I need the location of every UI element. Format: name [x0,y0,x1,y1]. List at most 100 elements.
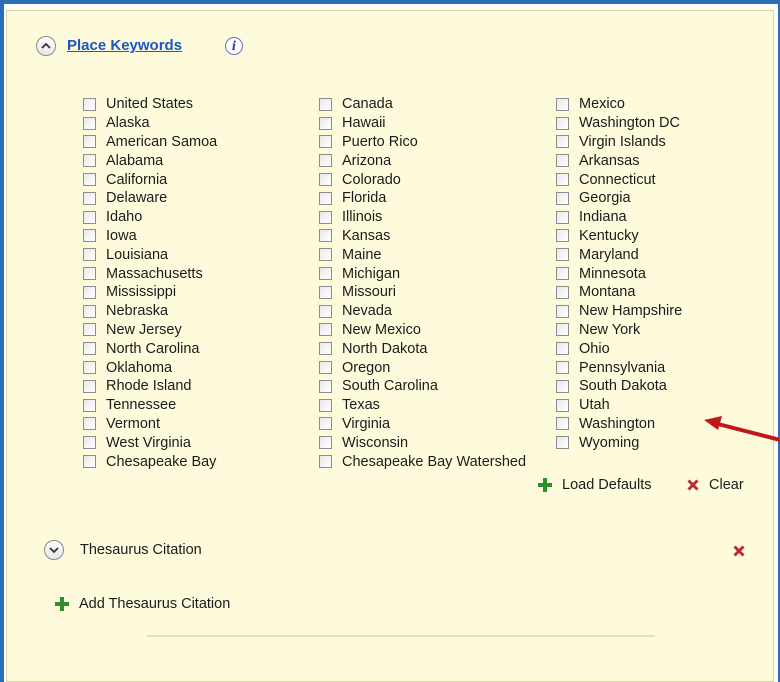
keyword-checkbox-item[interactable]: Maine [319,245,526,264]
keyword-checkbox-item[interactable]: North Carolina [83,339,217,358]
keyword-checkbox-item[interactable]: Indiana [556,208,682,227]
keyword-checkbox-item[interactable]: New York [556,321,682,340]
keyword-checkbox-item[interactable]: Georgia [556,189,682,208]
info-icon[interactable]: i [225,37,243,55]
keyword-checkbox-item[interactable]: Delaware [83,189,217,208]
collapse-place-keywords-button[interactable] [36,36,56,56]
checkbox[interactable] [556,97,569,111]
keyword-checkbox-item[interactable]: Puerto Rico [319,133,526,152]
checkbox[interactable] [556,379,569,393]
keyword-checkbox-item[interactable]: Mississippi [83,283,217,302]
keyword-checkbox-item[interactable]: United States [83,95,217,114]
keyword-checkbox-item[interactable]: South Dakota [556,377,682,396]
checkbox[interactable] [83,417,96,431]
keyword-checkbox-item[interactable]: Arkansas [556,151,682,170]
keyword-checkbox-item[interactable]: Iowa [83,227,217,246]
add-thesaurus-citation-button[interactable]: Add Thesaurus Citation [55,596,230,612]
keyword-checkbox-item[interactable]: Colorado [319,170,526,189]
checkbox[interactable] [83,173,96,187]
keyword-checkbox-item[interactable]: Michigan [319,264,526,283]
checkbox[interactable] [556,116,569,130]
checkbox[interactable] [83,361,96,375]
keyword-checkbox-item[interactable]: Massachusetts [83,264,217,283]
checkbox[interactable] [556,135,569,149]
checkbox[interactable] [556,323,569,337]
checkbox[interactable] [83,379,96,393]
keyword-checkbox-item[interactable]: American Samoa [83,133,217,152]
checkbox[interactable] [319,436,332,450]
keyword-checkbox-item[interactable]: Florida [319,189,526,208]
checkbox[interactable] [556,154,569,168]
checkbox[interactable] [83,229,96,243]
keyword-checkbox-item[interactable]: Hawaii [319,114,526,133]
keyword-checkbox-item[interactable]: South Carolina [319,377,526,396]
keyword-checkbox-item[interactable]: New Jersey [83,321,217,340]
checkbox[interactable] [319,342,332,356]
keyword-checkbox-item[interactable]: New Hampshire [556,302,682,321]
keyword-checkbox-item[interactable]: Texas [319,396,526,415]
keyword-checkbox-item[interactable]: California [83,170,217,189]
keyword-checkbox-item[interactable]: Rhode Island [83,377,217,396]
keyword-checkbox-item[interactable]: Alaska [83,114,217,133]
clear-button[interactable]: Clear [687,477,744,493]
keyword-checkbox-item[interactable]: Virginia [319,415,526,434]
keyword-checkbox-item[interactable]: Connecticut [556,170,682,189]
checkbox[interactable] [319,323,332,337]
keyword-checkbox-item[interactable]: Montana [556,283,682,302]
keyword-checkbox-item[interactable]: Canada [319,95,526,114]
checkbox[interactable] [83,191,96,205]
checkbox[interactable] [83,398,96,412]
keyword-checkbox-item[interactable]: Washington DC [556,114,682,133]
checkbox[interactable] [556,229,569,243]
keyword-checkbox-item[interactable]: West Virginia [83,433,217,452]
checkbox[interactable] [556,285,569,299]
checkbox[interactable] [319,398,332,412]
keyword-checkbox-item[interactable]: Wyoming [556,433,682,452]
keyword-checkbox-item[interactable]: Nebraska [83,302,217,321]
checkbox[interactable] [556,173,569,187]
checkbox[interactable] [83,154,96,168]
checkbox[interactable] [83,436,96,450]
checkbox[interactable] [556,304,569,318]
checkbox[interactable] [83,248,96,262]
checkbox[interactable] [319,248,332,262]
keyword-checkbox-item[interactable]: Tennessee [83,396,217,415]
checkbox[interactable] [556,398,569,412]
keyword-checkbox-item[interactable]: Virgin Islands [556,133,682,152]
checkbox[interactable] [319,97,332,111]
checkbox[interactable] [319,455,332,469]
checkbox[interactable] [83,210,96,224]
checkbox[interactable] [556,210,569,224]
checkbox[interactable] [83,116,96,130]
keyword-checkbox-item[interactable]: Wisconsin [319,433,526,452]
keyword-checkbox-item[interactable]: Oklahoma [83,358,217,377]
checkbox[interactable] [83,285,96,299]
keyword-checkbox-item[interactable]: Mexico [556,95,682,114]
keyword-checkbox-item[interactable]: Minnesota [556,264,682,283]
keyword-checkbox-item[interactable]: Alabama [83,151,217,170]
keyword-checkbox-item[interactable]: Kentucky [556,227,682,246]
keyword-checkbox-item[interactable]: Oregon [319,358,526,377]
checkbox[interactable] [556,191,569,205]
keyword-checkbox-item[interactable]: Kansas [319,227,526,246]
checkbox[interactable] [83,267,96,281]
expand-thesaurus-citation-button[interactable] [44,540,64,560]
keyword-checkbox-item[interactable]: Missouri [319,283,526,302]
keyword-checkbox-item[interactable]: New Mexico [319,321,526,340]
checkbox[interactable] [319,361,332,375]
checkbox[interactable] [83,97,96,111]
checkbox[interactable] [319,267,332,281]
place-keywords-title[interactable]: Place Keywords [67,37,182,54]
checkbox[interactable] [319,229,332,243]
checkbox[interactable] [556,267,569,281]
checkbox[interactable] [319,417,332,431]
checkbox[interactable] [83,455,96,469]
checkbox[interactable] [556,361,569,375]
remove-thesaurus-citation-button[interactable] [733,544,745,557]
keyword-checkbox-item[interactable]: Utah [556,396,682,415]
keyword-checkbox-item[interactable]: Washington [556,415,682,434]
keyword-checkbox-item[interactable]: Ohio [556,339,682,358]
checkbox[interactable] [319,135,332,149]
checkbox[interactable] [556,342,569,356]
checkbox[interactable] [83,304,96,318]
